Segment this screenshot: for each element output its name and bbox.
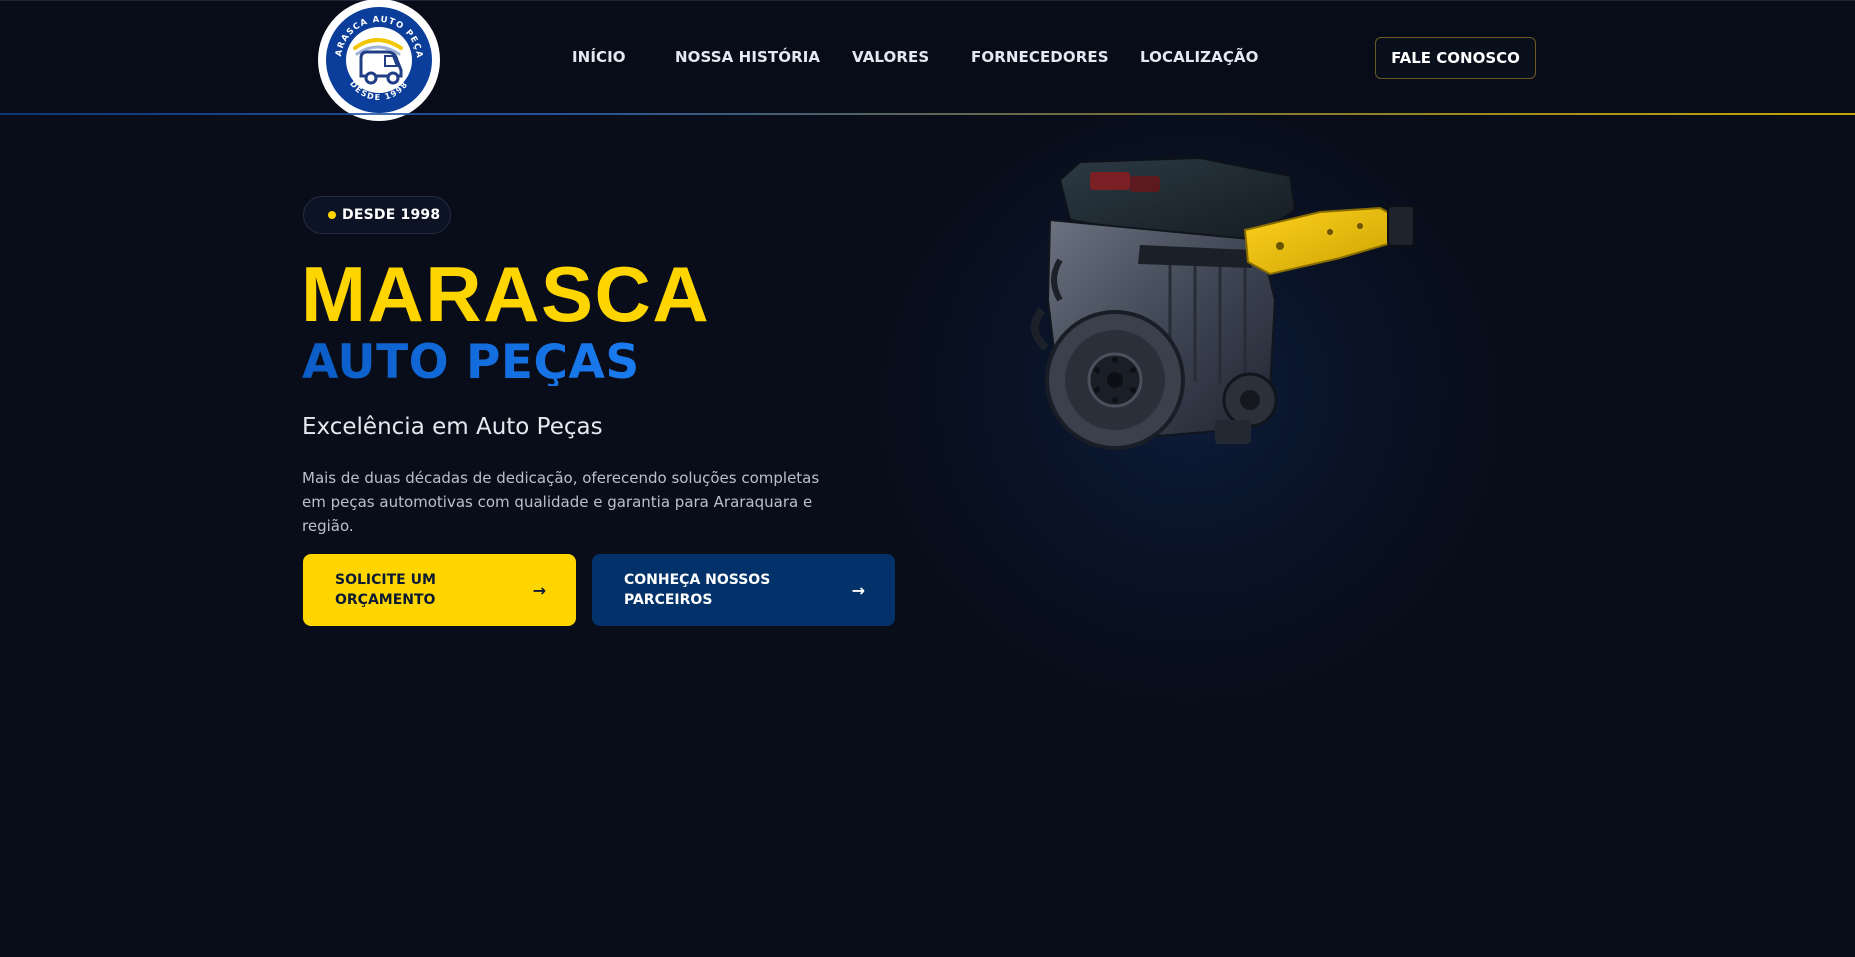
since-badge: DESDE 1998 — [303, 196, 451, 234]
logo-emblem-icon: MARASCA AUTO PEÇAS DESDE 1998 — [321, 2, 435, 116]
request-quote-button[interactable]: SOLICITE UM ORÇAMENTO → — [303, 554, 576, 626]
hero-title-secondary: AUTO PEÇAS — [302, 335, 640, 390]
header-divider — [0, 113, 1855, 115]
partners-button[interactable]: CONHEÇA NOSSOS PARCEIROS → — [592, 554, 895, 626]
nav-item-inicio[interactable]: INÍCIO — [572, 48, 626, 66]
landing-page: MARASCA AUTO PEÇAS DESDE 1998 INÍCIO NOS… — [0, 0, 1855, 957]
engine-block-icon — [1031, 156, 1415, 450]
partners-label: CONHEÇA NOSSOS PARCEIROS — [624, 572, 771, 608]
hero-title-primary: MARASCA — [301, 250, 711, 338]
hero-subtitle: Excelência em Auto Peças — [302, 414, 603, 440]
arrow-right-icon: → — [532, 580, 546, 600]
arrow-right-icon: → — [851, 580, 865, 600]
site-header: MARASCA AUTO PEÇAS DESDE 1998 INÍCIO NOS… — [0, 0, 1855, 121]
contact-button[interactable]: FALE CONOSCO — [1375, 37, 1536, 79]
nav-item-localizacao[interactable]: LOCALIZAÇÃO — [1140, 48, 1259, 66]
nav-item-nossa-historia[interactable]: NOSSA HISTÓRIA — [675, 48, 820, 66]
badge-dot-icon — [328, 211, 336, 219]
brand-logo[interactable]: MARASCA AUTO PEÇAS DESDE 1998 — [318, 0, 440, 121]
hero-description: Mais de duas décadas de dedicação, ofere… — [302, 469, 820, 535]
badge-label: DESDE 1998 — [342, 207, 441, 223]
nav-item-valores[interactable]: VALORES — [852, 48, 929, 66]
nav-item-fornecedores[interactable]: FORNECEDORES — [971, 48, 1109, 66]
request-quote-label: SOLICITE UM ORÇAMENTO — [335, 572, 436, 608]
